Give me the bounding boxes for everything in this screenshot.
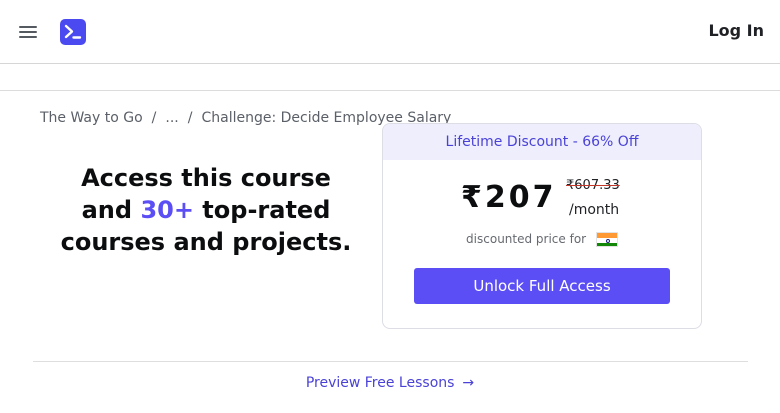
top-navigation-bar: Log In: [0, 0, 780, 64]
discount-note-row: discounted price for: [383, 232, 701, 247]
sub-header-divider: [0, 90, 780, 91]
headline-accent-count: 30+: [140, 196, 194, 224]
preview-free-lessons-link[interactable]: Preview Free Lessons →: [0, 375, 780, 391]
breadcrumb-separator: /: [187, 110, 193, 126]
billing-period: /month: [569, 202, 620, 218]
unlock-full-access-button[interactable]: Unlock Full Access: [414, 268, 670, 304]
discount-banner: Lifetime Discount - 66% Off: [383, 124, 701, 160]
arrow-right-icon: →: [462, 375, 475, 391]
discount-note: discounted price for: [466, 232, 587, 246]
section-divider: [33, 361, 748, 362]
terminal-prompt-icon[interactable]: [60, 19, 86, 45]
breadcrumb-ellipsis-link[interactable]: ...: [165, 110, 178, 126]
breadcrumb-course-link[interactable]: The Way to Go: [40, 110, 143, 126]
price-row: ₹207 ₹607.33 /month: [383, 176, 701, 222]
hamburger-menu-icon[interactable]: [19, 26, 37, 38]
pricing-card: Lifetime Discount - 66% Off ₹207 ₹607.33…: [382, 123, 702, 329]
preview-label: Preview Free Lessons: [305, 375, 455, 391]
login-button[interactable]: Log In: [708, 21, 764, 40]
breadcrumb-separator: /: [151, 110, 157, 126]
original-price: ₹607.33: [566, 178, 620, 193]
discounted-price: ₹207: [461, 180, 557, 215]
promo-headline: Access this course and 30+ top-rated cou…: [56, 162, 356, 258]
india-flag-icon: [595, 232, 618, 247]
